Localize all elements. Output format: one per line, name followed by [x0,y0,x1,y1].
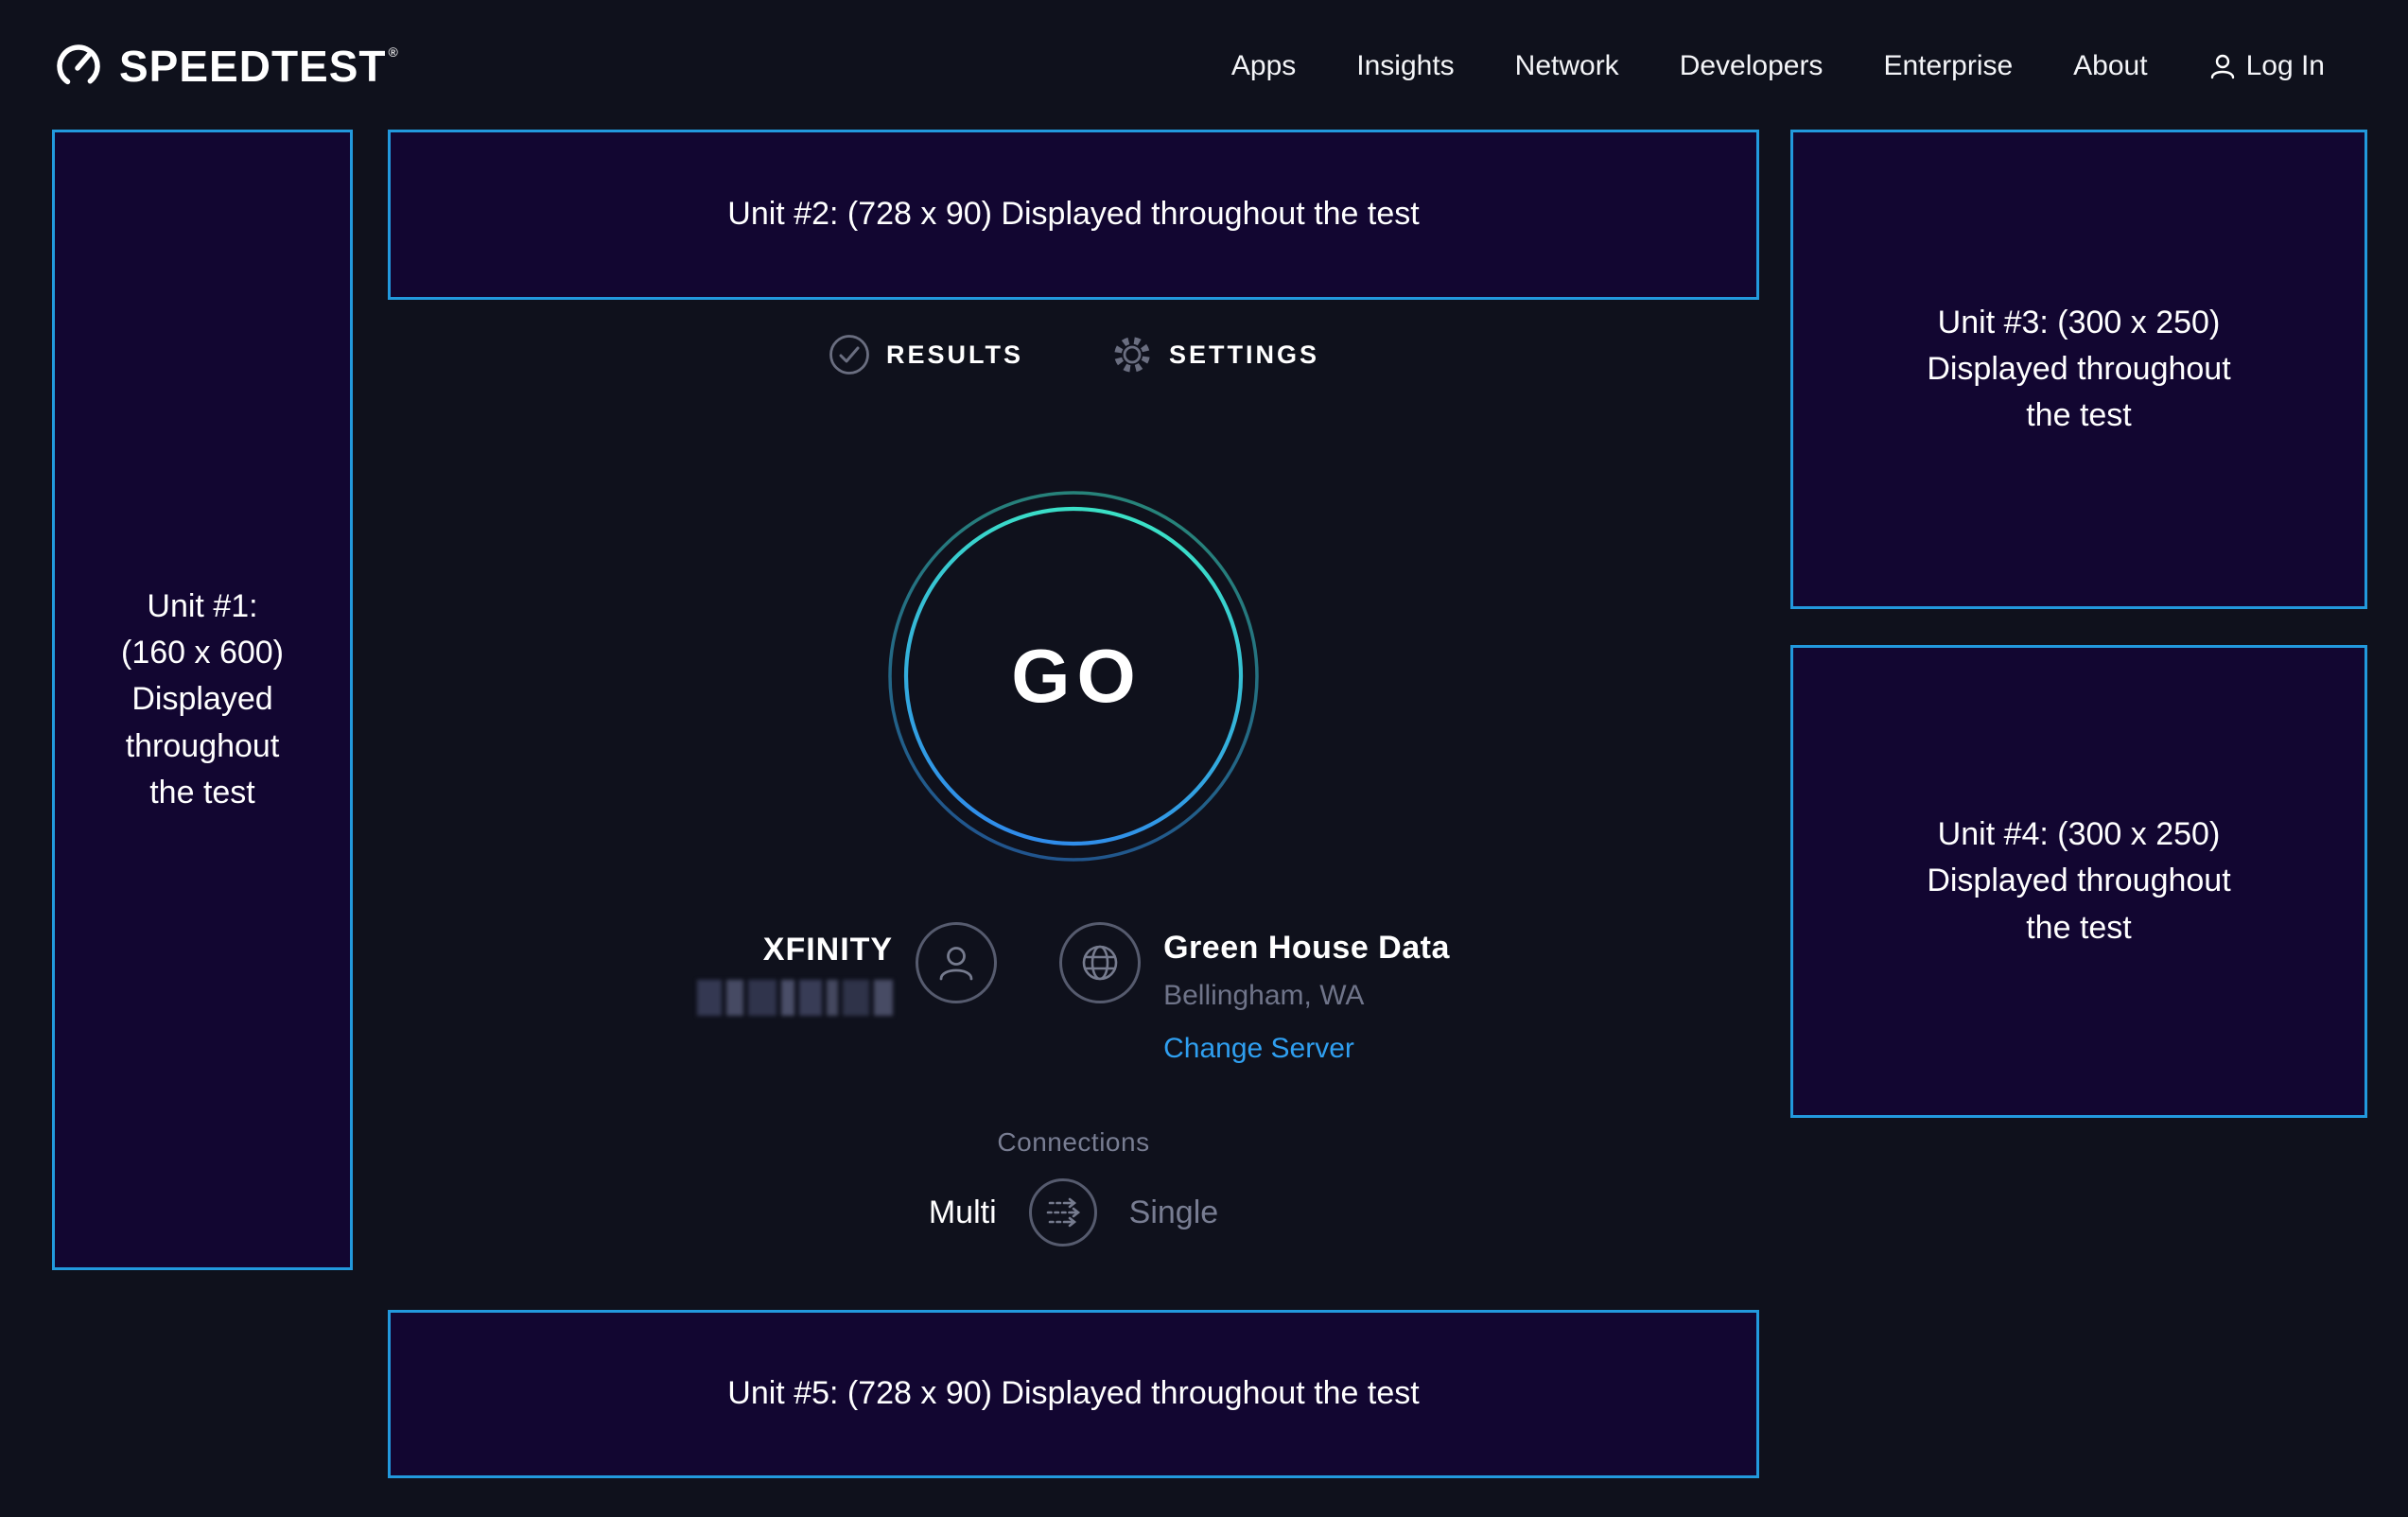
globe-icon [1077,940,1123,985]
connections-toggle-row: Multi Single [929,1178,1218,1247]
tabs-row: RESULTS SETTINGS [388,333,1759,376]
login-button[interactable]: Log In [2208,50,2325,82]
connections-multi-option[interactable]: Multi [929,1194,997,1231]
ad-unit-3-text: Unit #3: (300 x 250) Displayed throughou… [1927,300,2230,440]
tab-settings-label: SETTINGS [1169,340,1319,370]
speedtest-logo[interactable]: SPEEDTEST ® [53,41,399,92]
login-label: Log In [2246,50,2325,82]
nav-item-apps[interactable]: Apps [1231,50,1296,82]
go-label: GO [887,490,1260,863]
connections-label: Connections [997,1127,1149,1158]
nav-item-network[interactable]: Network [1515,50,1619,82]
gauge-icon [53,41,104,92]
nav-item-developers[interactable]: Developers [1680,50,1823,82]
server-location: Bellingham, WA [1163,980,1364,1012]
nav-links: Apps Insights Network Developers Enterpr… [1231,50,2325,82]
tab-settings[interactable]: SETTINGS [1110,333,1319,376]
top-nav: SPEEDTEST ® Apps Insights Network Develo… [0,0,2408,132]
server-name: Green House Data [1163,930,1450,967]
change-server-link[interactable]: Change Server [1163,1033,1354,1065]
speedtest-page: SPEEDTEST ® Apps Insights Network Develo… [0,0,2408,1517]
tab-results-label: RESULTS [886,340,1023,370]
person-icon [934,941,978,985]
isp-block: XFINITY [697,922,997,1016]
go-button[interactable]: GO [887,490,1260,863]
server-text: Green House Data Bellingham, WA Change S… [1163,930,1450,1065]
ad-unit-2: Unit #2: (728 x 90) Displayed throughout… [388,130,1759,300]
isp-name: XFINITY [763,932,893,968]
go-section: GO [388,490,1759,863]
nav-item-enterprise[interactable]: Enterprise [1883,50,2013,82]
ad-unit-5-text: Unit #5: (728 x 90) Displayed throughout… [727,1370,1419,1417]
connections-toggle-button[interactable] [1029,1178,1097,1247]
ad-unit-1: Unit #1: (160 x 600) Displayed throughou… [52,130,353,1270]
check-circle-icon [828,333,871,376]
logo-trademark: ® [389,44,399,60]
tab-results[interactable]: RESULTS [828,333,1023,376]
ad-unit-4: Unit #4: (300 x 250) Displayed throughou… [1790,645,2367,1118]
redacted-ip [697,980,893,1016]
nav-item-insights[interactable]: Insights [1356,50,1454,82]
ad-unit-3: Unit #3: (300 x 250) Displayed throughou… [1790,130,2367,609]
logo-wordmark: SPEEDTEST ® [119,41,399,92]
ad-unit-2-text: Unit #2: (728 x 90) Displayed throughout… [727,191,1419,237]
ad-unit-1-text: Unit #1: (160 x 600) Displayed throughou… [121,584,284,816]
server-block: Green House Data Bellingham, WA Change S… [1059,922,1450,1065]
server-icon-circle [1059,922,1141,1003]
isp-icon-circle [916,922,997,1003]
connections-single-option[interactable]: Single [1129,1194,1219,1231]
ad-unit-5: Unit #5: (728 x 90) Displayed throughout… [388,1310,1759,1478]
logo-text: SPEEDTEST [119,41,387,92]
multi-arrows-icon [1042,1192,1084,1233]
connections-section: Connections Multi Sin [388,1127,1759,1247]
isp-text: XFINITY [697,932,893,1016]
gear-icon [1110,333,1154,376]
host-row: XFINITY [388,922,1759,1065]
user-icon [2208,52,2237,80]
ad-unit-4-text: Unit #4: (300 x 250) Displayed throughou… [1927,811,2230,951]
nav-item-about[interactable]: About [2073,50,2147,82]
